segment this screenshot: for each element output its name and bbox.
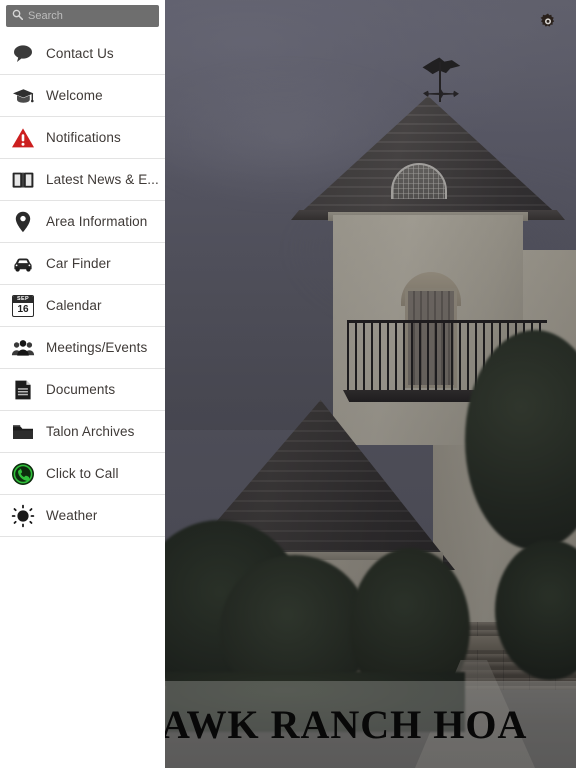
sidebar-item-label: Latest News & E... [46,172,159,187]
app-root: AWK RANCH HOA Search Contact Us Welcome … [0,0,576,768]
sidebar-item-documents[interactable]: Documents [0,369,165,411]
search-icon [12,7,24,25]
sidebar-item-talon-archives[interactable]: Talon Archives [0,411,165,453]
sidebar-item-label: Click to Call [46,466,119,481]
sidebar-menu: Contact Us Welcome Notifications Latest … [0,33,165,537]
sidebar-item-label: Talon Archives [46,424,135,439]
sidebar-item-click-to-call[interactable]: Click to Call [0,453,165,495]
sidebar-item-welcome[interactable]: Welcome [0,75,165,117]
search-container [0,0,165,33]
sidebar-item-label: Meetings/Events [46,340,148,355]
settings-button[interactable] [534,8,562,36]
sun-icon [10,503,36,529]
warning-triangle-icon [10,125,36,151]
main-content-panel: AWK RANCH HOA [165,0,576,768]
sidebar-item-weather[interactable]: Weather [0,495,165,537]
sidebar-item-label: Weather [46,508,98,523]
sidebar: Contact Us Welcome [0,0,165,768]
sidebar-item-calendar[interactable]: SEP 16 Calendar [0,285,165,327]
page-title: AWK RANCH HOA [165,701,528,747]
sidebar-item-area-information[interactable]: Area Information [0,201,165,243]
hoa-title-band: AWK RANCH HOA [165,681,576,768]
phone-circle-icon [10,461,36,487]
people-group-icon [10,335,36,361]
sidebar-item-contact-us[interactable]: Contact Us [0,33,165,75]
speech-bubble-icon [10,41,36,67]
car-icon [10,251,36,277]
sidebar-item-meetings-events[interactable]: Meetings/Events [0,327,165,369]
sidebar-item-notifications[interactable]: Notifications [0,117,165,159]
sidebar-item-latest-news[interactable]: Latest News & E... [0,159,165,201]
sidebar-item-label: Documents [46,382,116,397]
open-book-icon [10,167,36,193]
sidebar-item-label: Area Information [46,214,148,229]
folder-icon [10,419,36,445]
map-pin-icon [10,209,36,235]
gear-icon [538,12,558,32]
sidebar-item-label: Contact Us [46,46,114,61]
hero-photo [165,0,576,768]
calendar-month: SEP [13,295,33,303]
graduation-cap-icon [10,83,36,109]
sidebar-item-label: Car Finder [46,256,111,271]
sidebar-item-car-finder[interactable]: Car Finder [0,243,165,285]
document-icon [10,377,36,403]
calendar-icon: SEP 16 [10,293,36,319]
weathervane-rod [439,62,441,102]
search-input[interactable] [28,5,165,27]
sidebar-item-label: Welcome [46,88,103,103]
sidebar-item-label: Notifications [46,130,121,145]
sidebar-item-label: Calendar [46,298,102,313]
search-box[interactable] [6,5,165,27]
calendar-day: 16 [17,303,29,315]
